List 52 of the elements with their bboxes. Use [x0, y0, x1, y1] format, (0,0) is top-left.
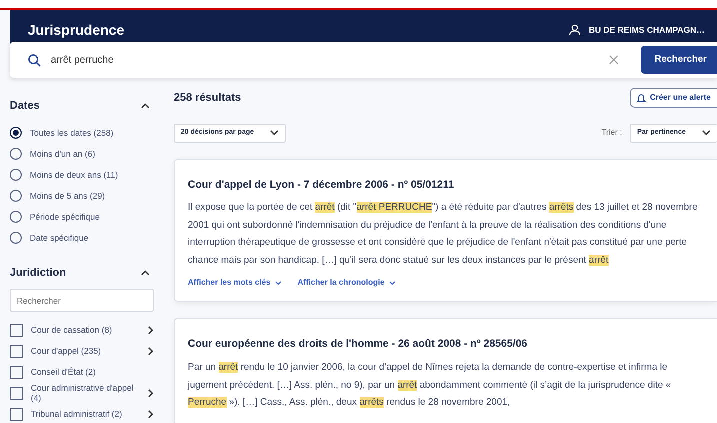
checkbox-label[interactable]: Conseil d'État (2)	[31, 368, 140, 378]
chevron-right-icon[interactable]	[148, 389, 154, 398]
checkbox[interactable]	[10, 366, 23, 379]
radio-label[interactable]: Toutes les dates (258)	[30, 126, 114, 140]
results-count: 258 résultats	[174, 90, 242, 106]
radio-button[interactable]	[10, 190, 22, 202]
radio-label[interactable]: Moins de 5 ans (29)	[30, 190, 106, 202]
checkbox[interactable]	[10, 408, 23, 421]
chevron-down-icon	[388, 280, 396, 286]
radio-button[interactable]	[10, 169, 22, 181]
radio-button[interactable]	[10, 232, 22, 244]
expand-link[interactable]: Afficher la chronologie	[298, 277, 396, 290]
result-snippet: Il expose que la portée de cet arrêt (dit "arrêt PERRUCHE") a été réduite par d'autres arrêts des 13 juillet et 28 novembre 2001 qui ont subordonné l'indemnisation du préjudice de l'enfant à la preuve de la réalisation des conditions d'une interruption thérapeutique de grossesse et ont considéré que le préjudice de l'enfant n'était pas constitué par une perte chance mais par son handicap. […] qu'il sera donc statué sur les deux instances par le présent arrêt	[188, 201, 699, 268]
search-icon	[28, 54, 41, 66]
expand-link[interactable]: Afficher les mots clés	[188, 277, 282, 290]
result-title[interactable]: Cour d'appel de Lyon - 7 décembre 2006 - nº 05/01211	[188, 178, 705, 194]
result-snippet: Par un arrêt rendu le 10 janvier 2006, la cour d’appel de Nîmes rejeta la demande de contre-expertise et infirma le jugement précédent. […] Ass. plén., no 9), par un arrêt abondamment commenté (il s’agit de la jurisprudence dite « Perruche »). […] Cass., Ass. plén., deux arrêts rendus le 28 novembre 2001,	[188, 361, 672, 410]
radio-label[interactable]: Moins d'un an (6)	[30, 148, 96, 160]
sort-label: Trier :	[602, 127, 622, 140]
checkbox-label[interactable]: Cour administrative d'appel (4)	[31, 384, 140, 404]
radio-button[interactable]	[10, 148, 22, 160]
bell-icon	[637, 93, 646, 103]
chevron-down-icon	[702, 130, 711, 136]
radio-label[interactable]: Date spécifique	[30, 232, 89, 244]
radio-button[interactable]	[10, 211, 22, 223]
chevron-down-icon	[274, 280, 282, 286]
filter-search-field[interactable]: Rechercher	[10, 289, 154, 312]
search-field[interactable]: arrêt perruche Rechercher	[10, 42, 717, 78]
site-title[interactable]: Jurisprudence	[28, 20, 124, 40]
radio-label[interactable]: Moins de deux ans (11)	[30, 168, 118, 182]
checkbox[interactable]	[10, 324, 23, 337]
result-title[interactable]: Cour européenne des droits de l'homme - 26 août 2008 - nº 28565/06	[188, 337, 705, 353]
collapse-chevron-icon[interactable]	[141, 103, 150, 110]
checkbox[interactable]	[10, 387, 23, 400]
checkbox[interactable]	[10, 345, 23, 358]
create-alert-button[interactable]: Créer une alerte	[630, 88, 717, 108]
checkbox-label[interactable]: Cour d'appel (235)	[31, 346, 140, 356]
collapse-chevron-icon[interactable]	[141, 270, 150, 276]
section-title: Dates	[10, 99, 40, 114]
checkbox-label[interactable]: Tribunal administratif (2)	[31, 410, 140, 420]
close-icon[interactable]	[608, 55, 619, 65]
chevron-right-icon[interactable]	[148, 347, 154, 356]
chevron-right-icon[interactable]	[148, 410, 154, 419]
radio-label[interactable]: Période spécifique	[30, 210, 100, 224]
search-button[interactable]: Rechercher	[640, 46, 717, 74]
chevron-right-icon[interactable]	[148, 326, 154, 335]
checkbox-label[interactable]: Cour de cassation (8)	[31, 326, 140, 336]
user-name[interactable]: BU DE REIMS CHAMPAGN…	[588, 24, 705, 36]
chevron-down-icon	[270, 130, 280, 136]
section-title: Juridiction	[10, 266, 66, 280]
user-icon[interactable]	[568, 24, 581, 36]
radio-button[interactable]	[10, 127, 22, 139]
